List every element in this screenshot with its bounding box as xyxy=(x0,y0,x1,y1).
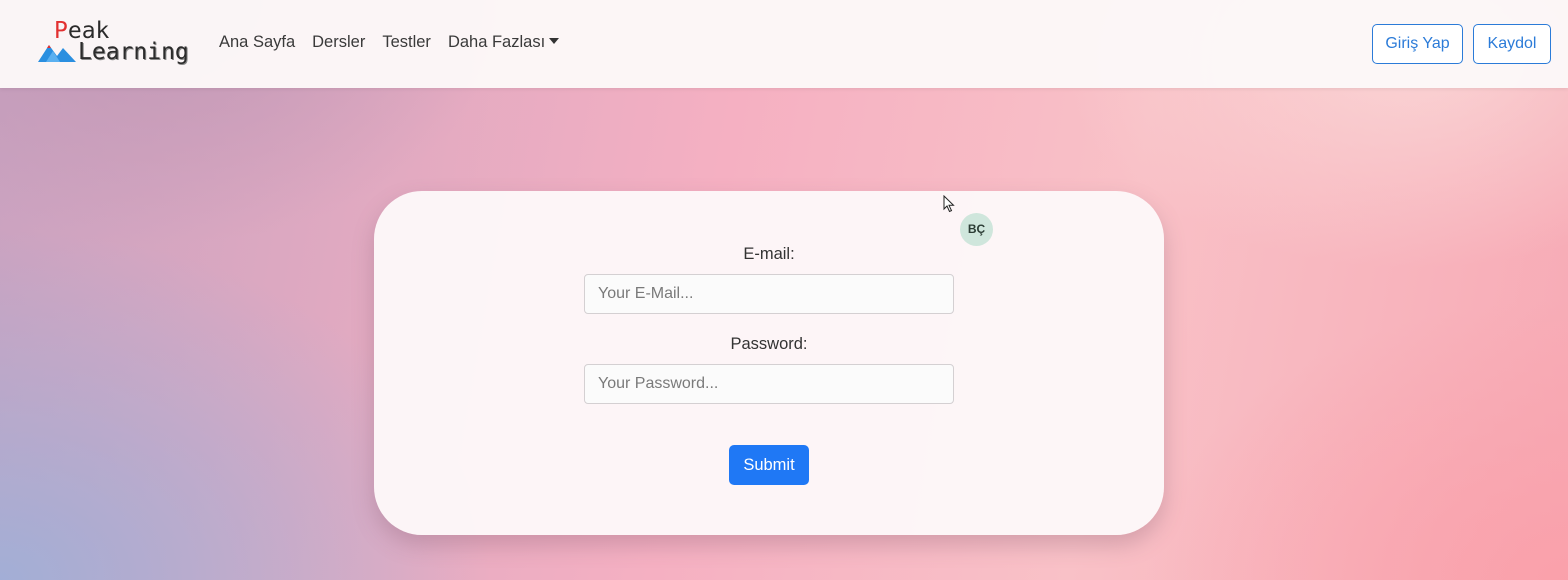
avatar[interactable]: BÇ xyxy=(960,213,993,246)
main-nav: Ana Sayfa Dersler Testler Daha Fazlası xyxy=(219,33,576,52)
email-field[interactable] xyxy=(584,274,954,314)
nav-link-courses[interactable]: Dersler xyxy=(312,33,365,52)
nav-dropdown-more[interactable]: Daha Fazlası xyxy=(447,33,560,52)
nav-link-home[interactable]: Ana Sayfa xyxy=(219,33,295,52)
password-field[interactable] xyxy=(584,364,954,404)
login-button[interactable]: Giriş Yap xyxy=(1372,24,1463,64)
submit-button[interactable]: Submit xyxy=(729,445,809,485)
logo-initial: P xyxy=(54,18,68,44)
register-button[interactable]: Kaydol xyxy=(1473,24,1551,64)
email-label: E-mail: xyxy=(743,245,795,263)
caret-down-icon xyxy=(549,38,560,44)
mountain-icon xyxy=(38,45,76,62)
mouse-pointer-icon xyxy=(943,195,955,213)
login-card: BÇ E-mail: Password: Submit xyxy=(374,191,1164,535)
password-label: Password: xyxy=(730,335,808,353)
nav-link-tests[interactable]: Testler xyxy=(382,33,431,52)
brand-logo[interactable]: Peak Learning xyxy=(38,18,189,70)
logo-text-bottom: Learning xyxy=(78,39,189,65)
nav-dropdown-label: Daha Fazlası xyxy=(447,33,546,51)
navbar: Peak Learning Ana Sayfa Dersler Testler … xyxy=(0,0,1568,88)
